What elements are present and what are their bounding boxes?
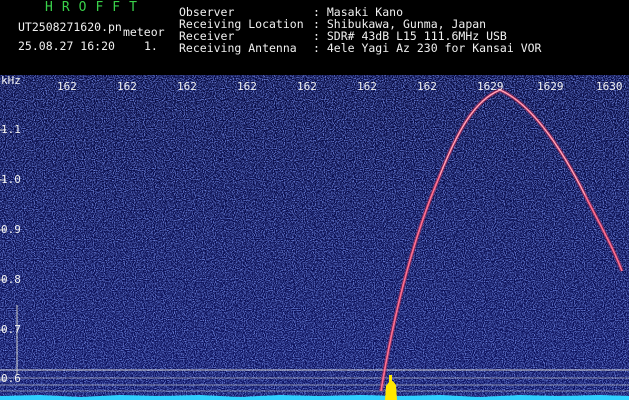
- brand-title: HROFFT: [45, 0, 146, 15]
- detection-tag: meteor: [123, 25, 165, 39]
- y-tick-label: 0.9: [1, 223, 21, 236]
- x-tick-label: 1630: [596, 80, 623, 93]
- x-tick-label: 162: [237, 80, 257, 93]
- x-tick-label: 162: [357, 80, 377, 93]
- header-panel: HROFFT UT2508271620.pn meteor 25.08.27 1…: [0, 0, 629, 75]
- spectrogram-plot: [0, 75, 629, 400]
- x-tick-label: 1629: [537, 80, 564, 93]
- x-tick-label: 1629: [477, 80, 504, 93]
- x-tick-label: 162: [177, 80, 197, 93]
- x-tick-label: 162: [417, 80, 437, 93]
- capture-index: 1.: [144, 39, 158, 53]
- x-tick-label: 162: [57, 80, 77, 93]
- file-name: UT2508271620.pn: [18, 20, 122, 34]
- x-tick-label: 162: [117, 80, 137, 93]
- x-tick-label: 162: [297, 80, 317, 93]
- antenna-label: Receiving Antenna: [179, 41, 297, 55]
- y-tick-label: 0.6: [1, 372, 21, 385]
- y-tick-label: 0.7: [1, 323, 21, 336]
- spectrogram-panel: [0, 75, 629, 400]
- antenna-value: : 4ele Yagi Az 230 for Kansai VOR: [313, 41, 542, 55]
- y-tick-label: 1.1: [1, 123, 21, 136]
- y-tick-label: 0.8: [1, 273, 21, 286]
- detection-marker-spike: [389, 375, 392, 383]
- noise-field: [0, 75, 629, 400]
- capture-datetime: 25.08.27 16:20: [18, 39, 115, 53]
- y-axis-unit: kHz: [1, 74, 21, 87]
- y-tick-label: 1.0: [1, 173, 21, 186]
